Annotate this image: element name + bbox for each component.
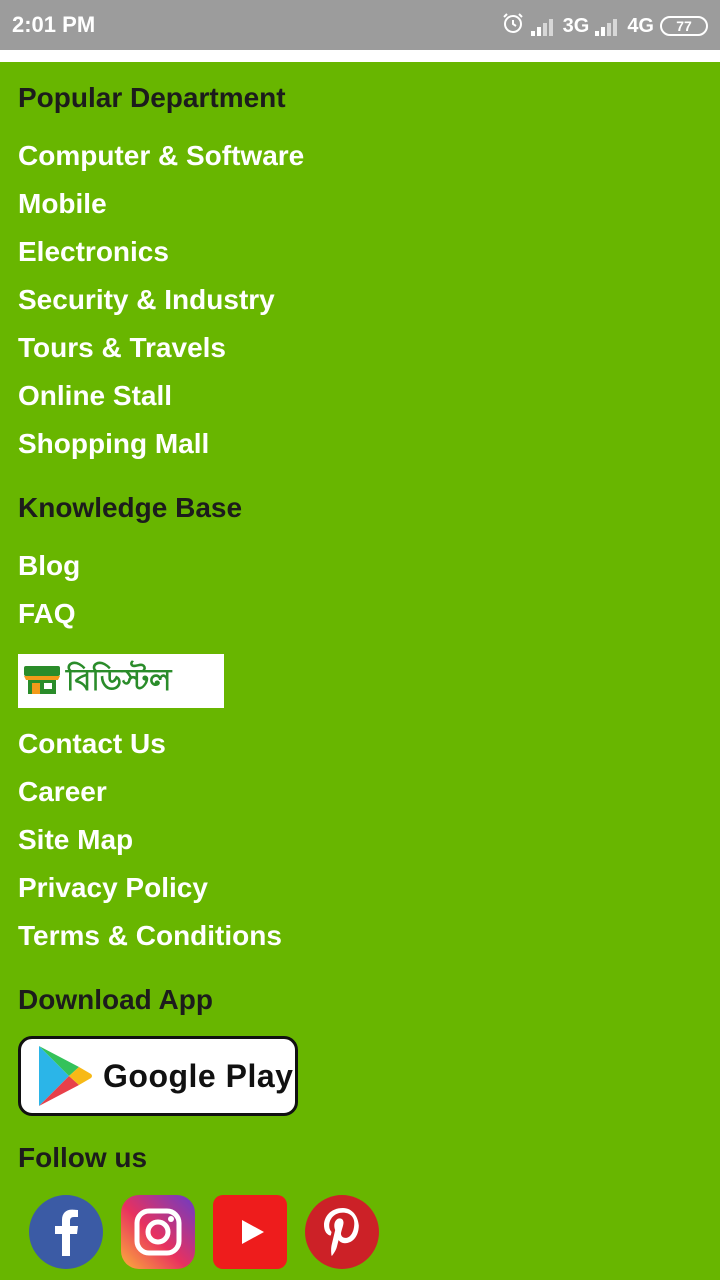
link-privacy-policy[interactable]: Privacy Policy bbox=[18, 872, 208, 904]
follow-us-heading: Follow us bbox=[18, 1142, 148, 1173]
popular-department-heading: Popular Department bbox=[18, 82, 286, 113]
signal-icon bbox=[595, 16, 621, 36]
link-terms-conditions[interactable]: Terms & Conditions bbox=[18, 920, 282, 952]
header-divider bbox=[0, 50, 720, 62]
facebook-icon[interactable] bbox=[28, 1194, 104, 1270]
instagram-icon[interactable] bbox=[120, 1194, 196, 1270]
bdstall-logo[interactable]: বিডিস্টল bbox=[18, 654, 224, 708]
link-mobile[interactable]: Mobile bbox=[18, 188, 107, 220]
link-security-industry[interactable]: Security & Industry bbox=[18, 284, 275, 316]
google-play-icon bbox=[35, 1043, 93, 1109]
link-electronics[interactable]: Electronics bbox=[18, 236, 169, 268]
status-bar: 2:01 PM 3G 4G 77 bbox=[0, 0, 720, 50]
alarm-icon bbox=[501, 11, 525, 41]
link-site-map[interactable]: Site Map bbox=[18, 824, 133, 856]
link-career[interactable]: Career bbox=[18, 776, 107, 808]
shop-icon bbox=[22, 662, 62, 701]
battery-icon: 77 bbox=[660, 16, 708, 36]
network-label-3g: 3G bbox=[562, 14, 590, 37]
google-play-button[interactable]: Google Play bbox=[18, 1036, 298, 1116]
link-online-stall[interactable]: Online Stall bbox=[18, 380, 172, 412]
link-tours-travels[interactable]: Tours & Travels bbox=[18, 332, 226, 364]
google-play-label: Google Play bbox=[103, 1057, 294, 1094]
link-blog[interactable]: Blog bbox=[18, 550, 80, 582]
status-time: 2:01 PM bbox=[12, 12, 96, 37]
logo-text: বিডিস্টল bbox=[66, 662, 172, 698]
youtube-icon[interactable] bbox=[212, 1194, 288, 1270]
network-label-4g: 4G bbox=[627, 14, 654, 37]
pinterest-icon[interactable] bbox=[304, 1194, 380, 1270]
link-shopping-mall[interactable]: Shopping Mall bbox=[18, 428, 209, 460]
status-icons: 3G 4G 77 bbox=[501, 11, 708, 41]
knowledge-base-heading: Knowledge Base bbox=[18, 492, 243, 523]
link-computer-software[interactable]: Computer & Software bbox=[18, 140, 304, 172]
link-contact-us[interactable]: Contact Us bbox=[18, 728, 166, 760]
signal-icon bbox=[530, 16, 557, 36]
download-app-heading: Download App bbox=[18, 984, 213, 1015]
link-faq[interactable]: FAQ bbox=[18, 598, 76, 630]
